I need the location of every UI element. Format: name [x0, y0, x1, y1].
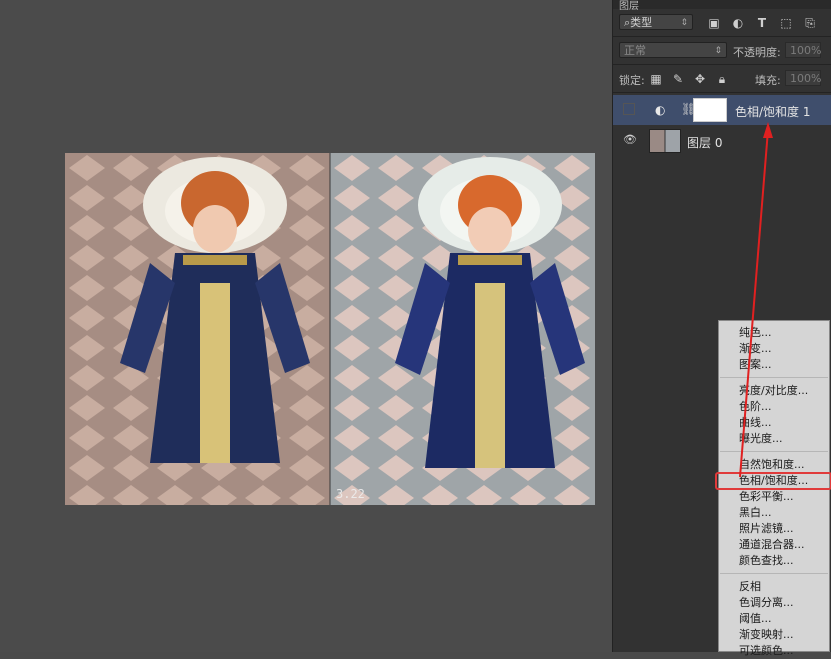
- filter-adjustment-icon[interactable]: ◐: [731, 16, 745, 30]
- date-stamp: 3.22: [336, 487, 365, 501]
- menu-item[interactable]: 可选颜色...: [739, 643, 794, 659]
- menu-item[interactable]: 通道混合器...: [739, 537, 805, 553]
- filter-smartobject-icon[interactable]: ⎘: [803, 16, 817, 30]
- divider: [613, 64, 831, 65]
- opacity-field[interactable]: 100%: [785, 42, 821, 58]
- layer-thumbnail: [649, 129, 681, 153]
- filter-row: ⌕类型 ⇕ ▣ ◐ T ⬚ ⎘: [613, 12, 831, 34]
- blend-row: 正常 ⇕ 不透明度: 100%: [613, 40, 831, 62]
- menu-item-highlight: [715, 472, 831, 490]
- layers-tab-bar: 图层: [613, 0, 831, 12]
- chevron-updown-icon: ⇕: [714, 46, 722, 56]
- layer-name[interactable]: 色相/饱和度 1: [735, 103, 811, 120]
- menu-separator: [720, 377, 828, 378]
- photo-divider: [329, 153, 331, 505]
- lock-row: 锁定: ▦ ✎ ✥ 🔒︎ 填充: 100%: [613, 68, 831, 90]
- layer-row-layer-0[interactable]: 👁︎ 图层 0: [613, 126, 831, 156]
- menu-item[interactable]: 反相: [739, 579, 761, 595]
- menu-item[interactable]: 色阶...: [739, 399, 772, 415]
- menu-item[interactable]: 曲线...: [739, 415, 772, 431]
- artwork-image: 3.22: [65, 153, 595, 505]
- filter-kind-label: 类型: [630, 16, 653, 29]
- fill-label: 填充:: [755, 74, 781, 87]
- eye-icon[interactable]: 👁︎: [623, 134, 637, 146]
- menu-separator: [720, 451, 828, 452]
- filter-type-icon[interactable]: T: [755, 16, 769, 30]
- document-canvas[interactable]: 3.22: [0, 0, 612, 652]
- menu-item[interactable]: 纯色...: [739, 325, 772, 341]
- menu-item[interactable]: 照片滤镜...: [739, 521, 794, 537]
- layers-tab[interactable]: 图层: [619, 0, 639, 12]
- fill-field[interactable]: 100%: [785, 70, 821, 86]
- photo-adjusted: 3.22: [330, 153, 595, 505]
- chevron-updown-icon: ⇕: [680, 18, 688, 28]
- adjustment-layer-icon: ◐: [655, 103, 666, 117]
- filter-pixel-icon[interactable]: ▣: [707, 16, 721, 30]
- filter-shape-icon[interactable]: ⬚: [779, 16, 793, 30]
- filter-kind-select[interactable]: ⌕类型 ⇕: [619, 14, 693, 30]
- menu-item[interactable]: 自然饱和度...: [739, 457, 805, 473]
- menu-item[interactable]: 渐变...: [739, 341, 772, 357]
- menu-item[interactable]: 色调分离...: [739, 595, 794, 611]
- visibility-toggle-off[interactable]: [623, 103, 635, 115]
- layer-mask-thumbnail[interactable]: [693, 98, 727, 122]
- menu-item[interactable]: 曝光度...: [739, 431, 783, 447]
- layer-row-hue-saturation[interactable]: ◐ ⛓ 色相/饱和度 1: [613, 95, 831, 125]
- menu-item[interactable]: 亮度/对比度...: [739, 383, 808, 399]
- adjustment-layer-menu: 纯色... 渐变... 图案... 亮度/对比度... 色阶... 曲线... 曝光度...…: [715, 320, 831, 657]
- blend-mode-select[interactable]: 正常 ⇕: [619, 42, 727, 58]
- divider: [613, 92, 831, 93]
- lock-label: 锁定:: [619, 74, 645, 87]
- menu-separator: [720, 573, 828, 574]
- lock-all-icon[interactable]: 🔒︎: [715, 72, 729, 86]
- menu-item[interactable]: 颜色查找...: [739, 553, 794, 569]
- menu-item[interactable]: 渐变映射...: [739, 627, 794, 643]
- lock-paint-icon[interactable]: ✎: [671, 72, 685, 86]
- divider: [613, 36, 831, 37]
- photo-original: [65, 153, 330, 505]
- menu-item[interactable]: 图案...: [739, 357, 772, 373]
- blend-mode-label: 正常: [624, 44, 646, 57]
- lock-transparency-icon[interactable]: ▦: [649, 72, 663, 86]
- menu-item[interactable]: 色彩平衡...: [739, 489, 794, 505]
- menu-item[interactable]: 黑白...: [739, 505, 772, 521]
- lock-position-icon[interactable]: ✥: [693, 72, 707, 86]
- menu-item[interactable]: 阈值...: [739, 611, 772, 627]
- opacity-label: 不透明度:: [733, 46, 781, 59]
- layer-name[interactable]: 图层 0: [687, 134, 722, 151]
